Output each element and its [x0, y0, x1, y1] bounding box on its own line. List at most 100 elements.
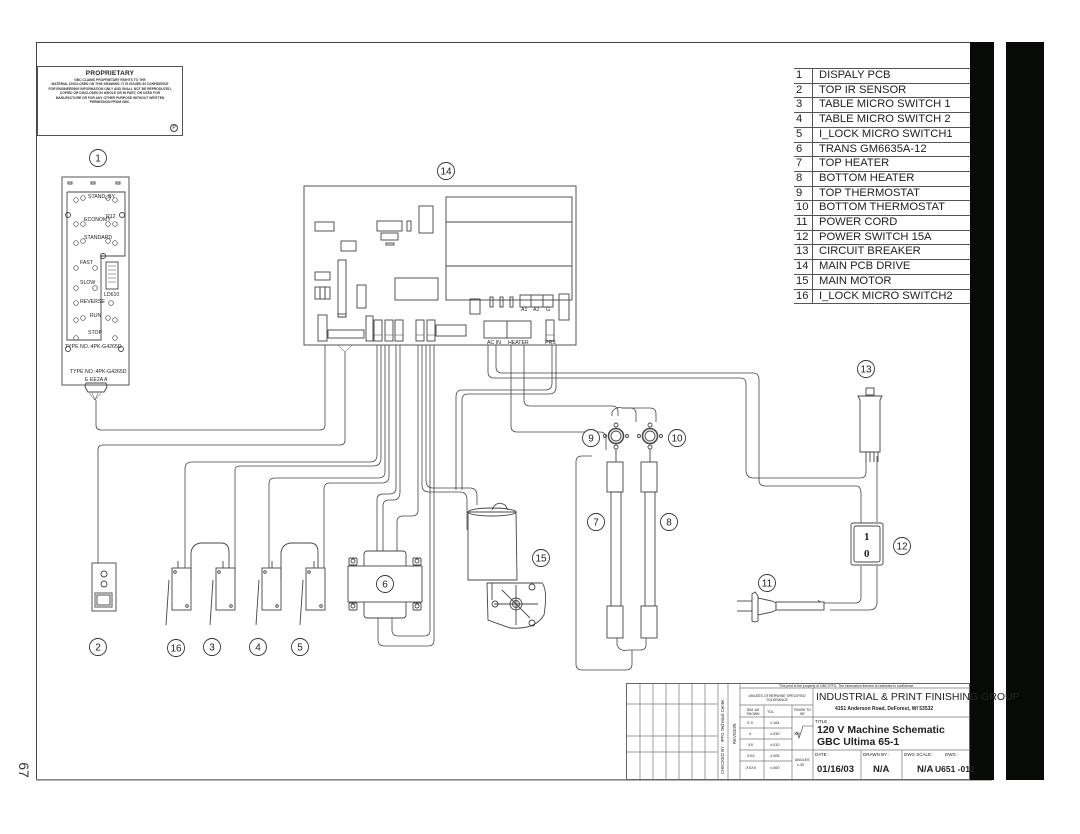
legend-number: 3	[794, 97, 813, 114]
legend-description: POWER SWITCH 15A	[812, 229, 970, 246]
black-bar-right	[1006, 42, 1044, 780]
proprietary-line: PERMISSION FROM GBC.	[89, 100, 131, 105]
type-label-1: TYPE NO.:4PK-G4265D	[65, 344, 122, 350]
callout-number: 2	[95, 643, 101, 654]
legend-number: 9	[794, 185, 813, 202]
legend-number: 12	[794, 229, 813, 246]
type-label-2: TYPE NO.:4PK-G4265D	[70, 369, 127, 375]
checked-by-label: CHECKED BY : IPFG Technical Center	[720, 699, 725, 774]
callout-10: 10	[668, 429, 686, 447]
callout-number: 14	[440, 167, 452, 178]
drawn-by-value: N/A	[873, 764, 890, 775]
legend-number: 8	[794, 170, 813, 187]
date-label: DATE :	[815, 752, 830, 757]
tol-val-1: ±.030	[770, 732, 780, 736]
relay-a1: A1	[521, 307, 527, 313]
legend-description: BOTTOM HEATER	[812, 170, 970, 187]
black-bar-left	[970, 42, 994, 780]
connector-label: E EE2A A	[85, 377, 108, 383]
tol-val-0: ±.164	[770, 721, 780, 725]
callout-16: 16	[167, 639, 185, 657]
proprietary-title: PROPRIETARY	[85, 70, 135, 77]
company-address: 4151 Anderson Road, DeForest, WI 53532	[835, 706, 934, 712]
dwg-number: U651 -012	[935, 764, 975, 774]
btn-standard: STANDARD	[84, 235, 112, 241]
callout-5: 5	[291, 638, 309, 656]
display-pcb	[61, 176, 130, 401]
btn-run: RUN	[90, 313, 101, 319]
legend-row: 12 POWER SWITCH 15A	[794, 229, 970, 246]
tolerance-header: UNLESS OTHERWISE SPECIFIED TOLERANCE	[748, 694, 806, 702]
legend-number: 14	[794, 259, 813, 275]
drawn-by-label: DRAWN BY :	[863, 752, 890, 757]
callout-8: 8	[660, 513, 678, 531]
tol-dim-2: .XX	[747, 743, 754, 747]
legend-number: 13	[794, 244, 813, 261]
callout-15: 15	[532, 549, 550, 567]
circuit-breaker	[857, 387, 883, 462]
dim-label: DIM. AS SHOWN	[746, 708, 760, 716]
callout-number: 12	[896, 542, 908, 553]
drawing-title-line1: 120 V Machine Schematic	[817, 724, 945, 736]
legend-description: TOP THERMOSTAT	[812, 185, 970, 202]
tol-dim-4: .XXXX	[745, 766, 757, 770]
legend-description: TRANS GM6635A-12	[812, 141, 970, 158]
tol-dim-3: .XXX	[746, 754, 755, 758]
legend-number: 16	[794, 288, 813, 305]
btn-reverse: REVERSE	[80, 299, 105, 305]
legend-description: CIRCUIT BREAKER	[812, 244, 970, 261]
legend-row: 2 TOP IR SENSOR	[794, 82, 970, 99]
btn-stand-by: STAND_BY	[88, 194, 116, 200]
legend-description: DISPALY PCB	[812, 68, 970, 84]
tol-dim-1: .X	[748, 732, 752, 736]
legend-number: 7	[794, 156, 813, 172]
parts-legend: 1 DISPALY PCB 2 TOP IR SENSOR 3 TABLE MICRO S…	[794, 68, 970, 305]
legend-number: 5	[794, 126, 813, 143]
legend-description: I_LOCK MICRO SWITCH2	[812, 288, 970, 305]
callout-number: 4	[255, 643, 261, 654]
angles-label: ANGLES	[795, 758, 810, 762]
title-block: CHECKED BY : IPFG Technical Center REVIS…	[626, 683, 1020, 780]
proprietary-notice: PROPRIETARY GBC CLAIMS PROPRIETARY RIGHT…	[37, 66, 183, 136]
legend-number: 10	[794, 200, 813, 217]
micro-switches	[165, 542, 326, 626]
legend-number: 15	[794, 273, 813, 290]
tol-val-2: ±.010	[770, 743, 780, 747]
ir-sensor	[91, 562, 117, 612]
legend-description: TOP HEATER	[812, 156, 970, 172]
finish-value: 125	[794, 732, 800, 736]
callout-number: 16	[170, 644, 182, 655]
dwg-label: DWG :	[945, 752, 959, 757]
tol-val-3: ±.005	[770, 754, 780, 758]
legend-description: TABLE MICRO SWITCH 1	[812, 97, 970, 114]
btn-stop: STOP	[88, 330, 103, 336]
switch-off-mark: 0	[864, 548, 870, 560]
heaters	[606, 461, 658, 639]
legend-row: 15 MAIN MOTOR	[794, 273, 970, 290]
callout-number: 11	[762, 579, 773, 590]
legend-row: 3 TABLE MICRO SWITCH 1	[794, 97, 970, 114]
led-label: LD610	[104, 292, 119, 298]
callout-14: 14	[437, 162, 455, 180]
legend-row: 13 CIRCUIT BREAKER	[794, 244, 970, 261]
heater-label: HEATER	[508, 340, 529, 346]
legend-description: TABLE MICRO SWITCH 2	[812, 112, 970, 128]
callout-6: 6	[376, 575, 394, 593]
legend-row: 5 I_LOCK MICRO SWITCH1	[794, 126, 970, 143]
main-pcb	[303, 185, 577, 353]
thermostats	[603, 422, 663, 462]
callout-number: 1	[95, 154, 101, 165]
callout-11: 11	[758, 574, 776, 592]
legend-row: 6 TRANS GM6635A-12	[794, 141, 970, 158]
legend-row: 16 I_LOCK MICRO SWITCH2	[794, 288, 970, 305]
prs-label: PRS	[545, 340, 556, 346]
tol-dim-0: X.X	[747, 721, 754, 725]
legend-number: 1	[794, 68, 813, 84]
proprietary-line: COPIED OR DISCLOSED IN WHOLE OR IN PART,…	[59, 91, 161, 96]
callout-number: 7	[593, 518, 599, 529]
btn-slow: SLOW	[80, 280, 95, 286]
legend-description: I_LOCK MICRO SWITCH1	[812, 126, 970, 143]
legend-row: 11 POWER CORD	[794, 215, 970, 231]
callout-number: 13	[860, 365, 872, 376]
callout-number: 8	[666, 518, 672, 529]
